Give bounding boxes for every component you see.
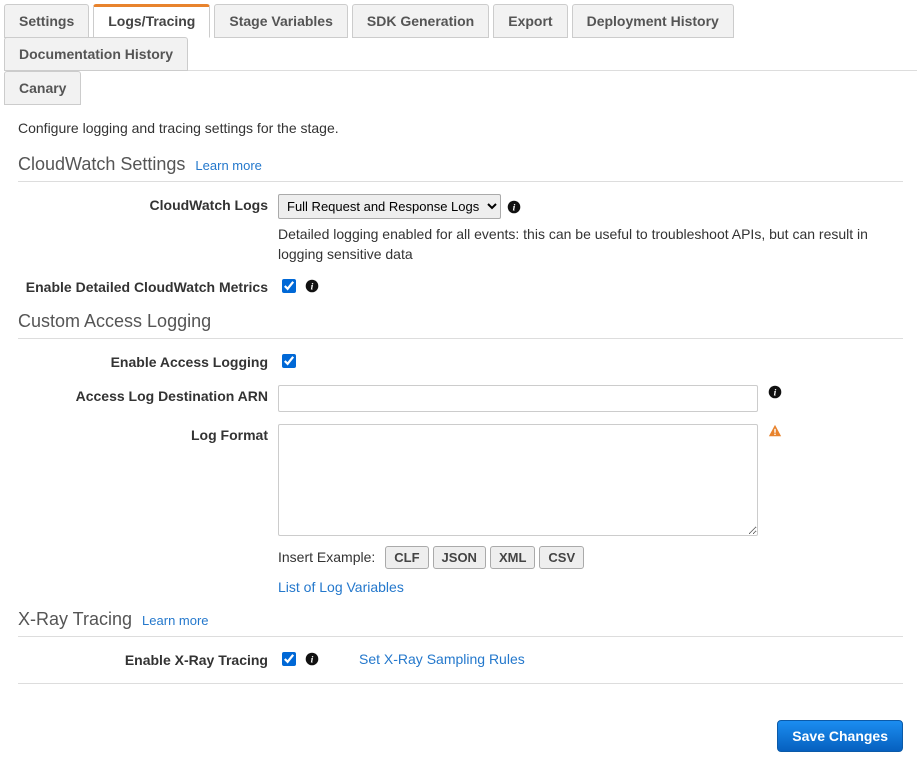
section-access-logging: Custom Access Logging	[18, 311, 903, 339]
section-xray-title: X-Ray Tracing	[18, 609, 132, 630]
access-log-arn-label: Access Log Destination ARN	[18, 385, 278, 407]
svg-text:i: i	[774, 387, 777, 398]
access-log-arn-input[interactable]	[278, 385, 758, 412]
cloudwatch-logs-label: CloudWatch Logs	[18, 194, 278, 216]
info-icon[interactable]: i	[507, 200, 521, 214]
svg-text:i: i	[311, 282, 314, 293]
enable-access-logging-checkbox[interactable]	[282, 354, 296, 368]
cloudwatch-logs-select[interactable]: OffErrors OnlyFull Request and Response …	[278, 194, 501, 219]
log-format-textarea[interactable]	[278, 424, 758, 536]
svg-text:i: i	[513, 202, 516, 213]
tab-deployment-history[interactable]: Deployment History	[572, 4, 734, 38]
tab-export[interactable]: Export	[493, 4, 567, 38]
tab-documentation-history[interactable]: Documentation History	[4, 37, 188, 71]
section-xray: X-Ray Tracing Learn more	[18, 609, 903, 637]
tab-settings[interactable]: Settings	[4, 4, 89, 38]
xray-learn-more-link[interactable]: Learn more	[142, 613, 208, 628]
info-icon[interactable]: i	[305, 652, 319, 666]
tab-sdk-generation[interactable]: SDK Generation	[352, 4, 489, 38]
section-access-logging-title: Custom Access Logging	[18, 311, 211, 332]
cloudwatch-metrics-label: Enable Detailed CloudWatch Metrics	[18, 276, 278, 298]
cloudwatch-logs-helper: Detailed logging enabled for all events:…	[278, 225, 878, 264]
insert-example-label: Insert Example:	[278, 549, 375, 565]
cloudwatch-metrics-checkbox[interactable]	[282, 279, 296, 293]
xray-sampling-rules-link[interactable]: Set X-Ray Sampling Rules	[359, 651, 525, 667]
example-clf-button[interactable]: CLF	[385, 546, 428, 569]
enable-xray-checkbox[interactable]	[282, 652, 296, 666]
section-cloudwatch-title: CloudWatch Settings	[18, 154, 185, 175]
cloudwatch-learn-more-link[interactable]: Learn more	[195, 158, 261, 173]
log-format-label: Log Format	[18, 424, 278, 446]
tab-bar: Settings Logs/Tracing Stage Variables SD…	[4, 4, 917, 71]
tab-canary[interactable]: Canary	[4, 71, 81, 105]
example-csv-button[interactable]: CSV	[539, 546, 584, 569]
tab-logs-tracing[interactable]: Logs/Tracing	[93, 4, 210, 38]
log-variables-link[interactable]: List of Log Variables	[278, 579, 404, 595]
tab-bar-row2: Canary	[4, 71, 917, 104]
tab-stage-variables[interactable]: Stage Variables	[214, 4, 348, 38]
info-icon[interactable]: i	[305, 279, 319, 293]
svg-text:i: i	[311, 654, 314, 665]
page-description: Configure logging and tracing settings f…	[18, 120, 903, 136]
section-cloudwatch: CloudWatch Settings Learn more	[18, 154, 903, 182]
warning-icon[interactable]	[768, 424, 782, 438]
info-icon[interactable]: i	[768, 385, 782, 399]
divider	[18, 683, 903, 684]
enable-access-logging-label: Enable Access Logging	[18, 351, 278, 373]
enable-xray-label: Enable X-Ray Tracing	[18, 649, 278, 671]
save-changes-button[interactable]: Save Changes	[777, 720, 903, 752]
example-json-button[interactable]: JSON	[433, 546, 486, 569]
example-button-group: CLF JSON XML CSV	[385, 546, 584, 569]
example-xml-button[interactable]: XML	[490, 546, 535, 569]
